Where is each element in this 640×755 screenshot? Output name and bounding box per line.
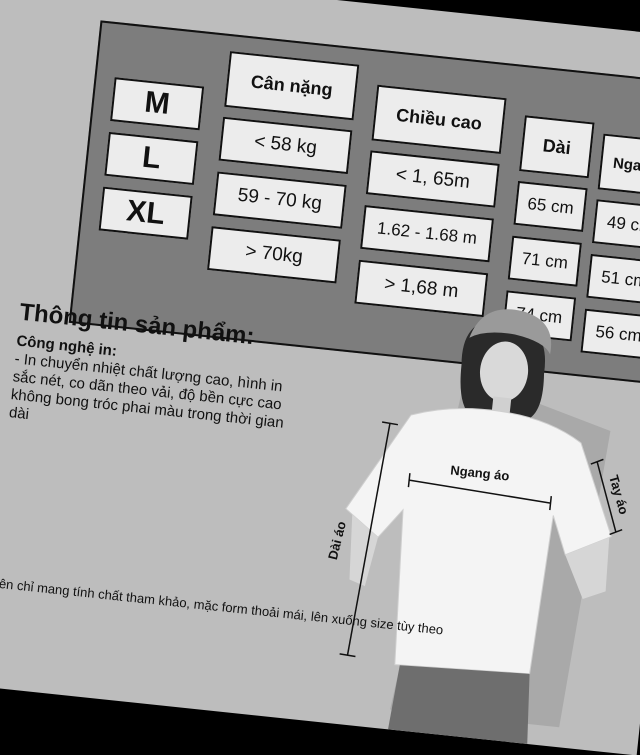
model-figure (345, 309, 612, 744)
model-illustration (339, 309, 623, 744)
size-chart-card: Cân nặng Chiều cao Dài Ngang M L XL < 58… (0, 0, 640, 755)
